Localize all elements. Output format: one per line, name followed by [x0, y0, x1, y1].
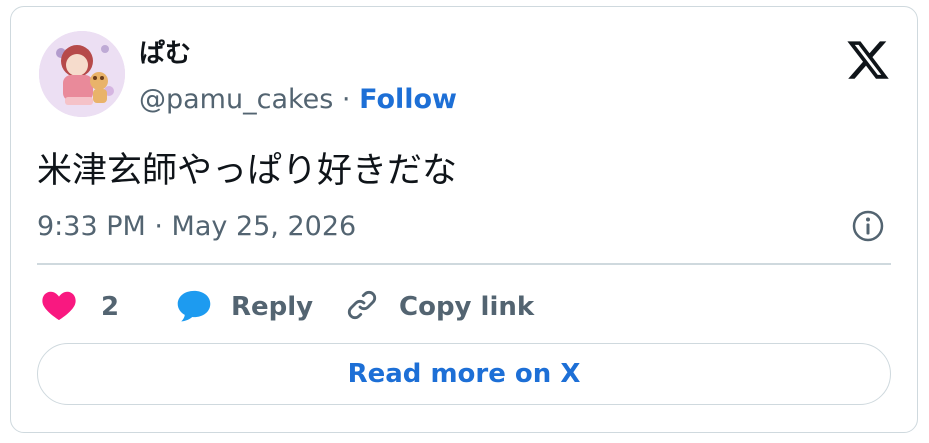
heart-icon: [41, 288, 77, 326]
follow-button[interactable]: Follow: [359, 84, 457, 115]
tweet-embed-card: ぱむ @pamu_cakes · Follow 米津玄師やっぱり好きだな 9:3…: [10, 6, 918, 433]
copy-link-button[interactable]: Copy link: [345, 283, 534, 331]
avatar-image: [39, 31, 125, 117]
handle-separator: ·: [333, 84, 360, 115]
tweet-text: 米津玄師やっぱり好きだな: [37, 151, 458, 191]
author-handle-row: @pamu_cakes · Follow: [139, 83, 457, 117]
author-handle[interactable]: @pamu_cakes: [139, 84, 333, 115]
copy-link-label: Copy link: [399, 292, 535, 322]
avatar[interactable]: [39, 31, 125, 117]
x-logo-icon[interactable]: [845, 37, 891, 83]
tweet-timestamp[interactable]: 9:33 PM · May 25, 2026: [37, 210, 356, 244]
like-count: 2: [101, 292, 120, 322]
like-button[interactable]: 2: [41, 283, 119, 331]
read-more-label: Read more on X: [347, 359, 581, 389]
divider: [37, 263, 891, 265]
read-more-button[interactable]: Read more on X: [37, 343, 891, 405]
reply-label: Reply: [231, 292, 314, 322]
author-display-name[interactable]: ぱむ: [139, 37, 191, 71]
tweet-actions: 2 Reply Copy link: [37, 283, 891, 331]
reply-button[interactable]: Reply: [175, 283, 313, 331]
info-icon[interactable]: [851, 209, 885, 243]
link-icon: [345, 288, 379, 326]
reply-bubble-icon: [175, 288, 213, 326]
